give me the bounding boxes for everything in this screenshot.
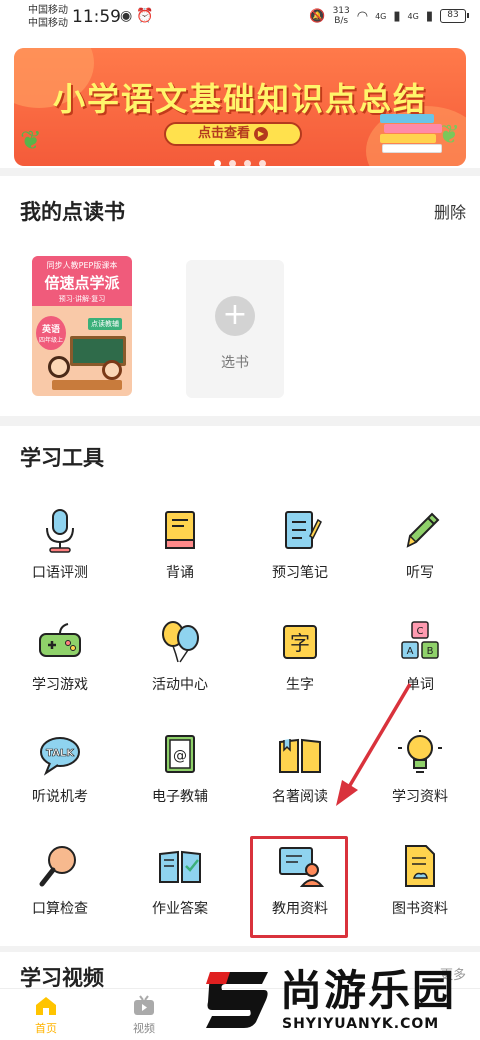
pencil-icon bbox=[406, 512, 440, 548]
book-name: 倍速点学派 bbox=[44, 274, 120, 292]
section-title: 学习工具 bbox=[20, 446, 104, 470]
mute-icon: 🔕 bbox=[309, 8, 326, 24]
plus-icon: + bbox=[215, 296, 255, 336]
carousel-dot[interactable] bbox=[259, 160, 266, 166]
ebook-icon: @ bbox=[165, 735, 195, 773]
play-icon: ▶ bbox=[254, 126, 268, 141]
magnifier-icon bbox=[39, 846, 76, 887]
signal-icon-1: ▮ bbox=[393, 8, 401, 24]
tool-preview-notes[interactable]: 预习笔记 bbox=[240, 500, 360, 610]
section-title: 我的点读书 bbox=[20, 200, 125, 224]
carrier-1: 中国移动 bbox=[28, 5, 68, 16]
tool-listening-speaking-test[interactable]: TALK 听说机考 bbox=[0, 724, 120, 834]
delete-button[interactable]: 删除 bbox=[434, 199, 466, 223]
banner-view-button[interactable]: 点击查看 ▶ bbox=[164, 122, 302, 146]
watermark-text: 尚游乐园 bbox=[280, 966, 457, 1015]
carousel-dots bbox=[14, 152, 466, 166]
carousel-dot[interactable] bbox=[244, 160, 251, 166]
net-label-1: 4G bbox=[375, 11, 387, 21]
svg-text:字: 字 bbox=[290, 631, 310, 655]
network-speed: 313 B/s bbox=[332, 6, 350, 26]
add-book-button[interactable]: + 选书 bbox=[186, 260, 284, 398]
tool-library-materials[interactable]: 图书资料 bbox=[360, 836, 480, 946]
my-books-section: 我的点读书 删除 同步人教PEP版课本 倍速点学派 预习·讲解·复习 英语 四年… bbox=[0, 176, 480, 416]
carrier-2: 中国移动 bbox=[28, 18, 68, 29]
books-illustration bbox=[380, 114, 442, 153]
book-icon bbox=[165, 511, 195, 549]
microphone-icon bbox=[46, 509, 74, 553]
book-grade: 四年级上 bbox=[38, 337, 63, 344]
letter-blocks-icon: C A B bbox=[401, 621, 439, 659]
banner-area: ❦ ❦ 小学语文基础知识点总结 点击查看 ▶ bbox=[0, 36, 480, 168]
home-icon bbox=[36, 997, 56, 1015]
book-tagline: 预习·讲解·复习 bbox=[58, 295, 106, 303]
signal-icon-2: ▮ bbox=[425, 8, 433, 24]
tool-mental-math-check[interactable]: 口算检查 bbox=[0, 836, 120, 946]
battery-icon: 83 bbox=[440, 9, 469, 23]
svg-text:B: B bbox=[427, 646, 434, 657]
gamepad-icon bbox=[39, 623, 81, 657]
svg-text:A: A bbox=[407, 646, 414, 657]
tool-dictation[interactable]: 听写 bbox=[360, 500, 480, 610]
highlight-box bbox=[250, 836, 348, 938]
book-tag: 点读教辅 bbox=[88, 318, 122, 330]
balloons-icon bbox=[162, 621, 199, 663]
nav-home[interactable]: 首页 bbox=[16, 995, 76, 1036]
tool-electronic-guides[interactable]: @ 电子教辅 bbox=[120, 724, 240, 834]
arrow-icon bbox=[336, 683, 412, 806]
tool-homework-answers[interactable]: 作业答案 bbox=[120, 836, 240, 946]
tv-icon bbox=[134, 995, 154, 1015]
tool-recite[interactable]: 背诵 bbox=[120, 500, 240, 610]
tool-activity-center[interactable]: 活动中心 bbox=[120, 612, 240, 722]
clock: 11:59 bbox=[72, 7, 121, 27]
answer-book-icon bbox=[159, 850, 201, 883]
status-bar: 中国移动 中国移动 11:59 ◉⏰ 🔕 313 B/s ◠ 4G ▮ 4G ▮… bbox=[0, 0, 480, 36]
book-cover[interactable]: 同步人教PEP版课本 倍速点学派 预习·讲解·复习 英语 四年级上 点读教辅 bbox=[32, 256, 132, 396]
book-series: 同步人教PEP版课本 bbox=[46, 261, 118, 270]
carrier-info: 中国移动 中国移动 bbox=[28, 4, 68, 30]
add-book-label: 选书 bbox=[221, 355, 249, 371]
kid-illustration bbox=[102, 360, 122, 380]
watermark-logo bbox=[206, 972, 268, 1028]
tool-learning-games[interactable]: 学习游戏 bbox=[0, 612, 120, 722]
book-subject: 英语 四年级上 bbox=[36, 316, 66, 350]
tool-oral-evaluation[interactable]: 口语评测 bbox=[0, 500, 120, 610]
svg-text:C: C bbox=[417, 626, 424, 637]
carousel-dot[interactable] bbox=[214, 160, 221, 166]
svg-text:@: @ bbox=[173, 748, 187, 764]
svg-text:TALK: TALK bbox=[46, 748, 75, 759]
alarm-icon: ⏰ bbox=[136, 8, 158, 24]
eye-icon: ◉ bbox=[120, 8, 137, 24]
watermark-url: SHYIYUANYK.COM bbox=[282, 1016, 440, 1032]
net-label-2: 4G bbox=[407, 11, 419, 21]
character-card-icon: 字 bbox=[283, 625, 317, 659]
nav-video[interactable]: 视频 bbox=[114, 995, 174, 1036]
talk-bubble-icon: TALK bbox=[40, 737, 80, 776]
document-icon bbox=[405, 845, 435, 887]
carousel-dot[interactable] bbox=[229, 160, 236, 166]
wifi-icon: ◠ bbox=[356, 8, 369, 24]
promo-banner[interactable]: ❦ ❦ 小学语文基础知识点总结 点击查看 ▶ bbox=[14, 48, 466, 166]
open-book-icon bbox=[279, 738, 321, 773]
notebook-icon bbox=[285, 511, 322, 549]
kid-illustration bbox=[48, 356, 70, 378]
